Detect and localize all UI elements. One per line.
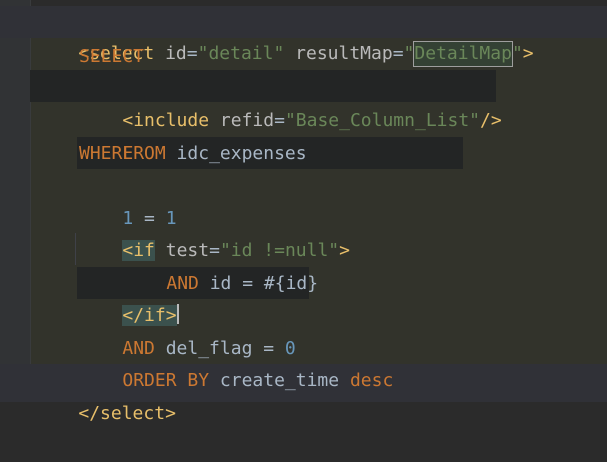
select-close-tag[interactable]: select [100,403,165,424]
code-line-10[interactable]: AND del_flag = 0 [0,301,607,359]
sql-keyword-where: WHERE [79,143,134,164]
code-line-12[interactable]: </select> [0,366,607,424]
code-line-6[interactable]: 1 = 1 [0,171,607,229]
code-line-3[interactable]: <include refid="Base_Column_List"/> [0,73,607,169]
code-line-9[interactable]: </if> [0,268,607,326]
code-line-7[interactable]: <if test="id !=null"> [0,203,607,299]
code-line-8[interactable]: AND id = #{id} [0,236,607,294]
code-line-1[interactable]: <select id="detail" resultMap="DetailMap… [0,6,607,102]
code-line-4[interactable]: FROM idc_expenses [0,106,607,164]
sql-keyword-select: SELECT [79,46,145,67]
code-line-5[interactable]: WHERE [0,138,607,170]
code-line-2[interactable]: SELECT [0,41,607,73]
code-line-11[interactable]: ORDER BY create_time desc [0,333,607,391]
